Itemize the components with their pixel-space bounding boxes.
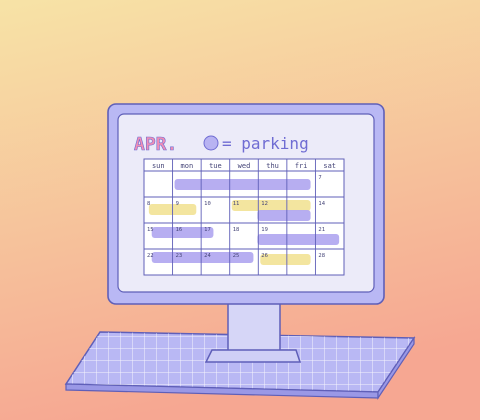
- date-number: 11: [233, 201, 240, 207]
- illustration: APR. = parking sun mon tue wed thu fri sat 7 8 9…: [0, 0, 480, 420]
- date-number: 12: [261, 201, 268, 207]
- date-number: 28: [318, 253, 325, 259]
- date-number: 9: [176, 201, 179, 207]
- date-number: 7: [318, 175, 321, 181]
- date-number: 24: [204, 253, 211, 259]
- date-number: 18: [233, 227, 240, 233]
- date-number: 14: [318, 201, 325, 207]
- parking-bar: [174, 179, 311, 190]
- date-number: 22: [147, 253, 154, 259]
- date-number: 26: [261, 253, 268, 259]
- day-header-sat: sat: [323, 162, 336, 170]
- parking-bar: [231, 200, 311, 211]
- date-number: 16: [176, 227, 183, 233]
- date-number: 10: [204, 201, 211, 207]
- date-number: 21: [318, 227, 325, 233]
- date-number: 8: [147, 201, 150, 207]
- day-header-tue: tue: [209, 162, 222, 170]
- date-number: 23: [176, 253, 183, 259]
- date-number: 19: [261, 227, 268, 233]
- month-label: APR.: [134, 134, 177, 155]
- legend-dot-icon: [203, 135, 219, 151]
- calendar-grid: sun mon tue wed thu fri sat 7 8 9 10 11 12 14 15 16 17 1…: [143, 158, 345, 276]
- day-header-fri: fri: [295, 162, 308, 170]
- day-header-wed: wed: [238, 162, 251, 170]
- day-header-mon: mon: [181, 162, 194, 170]
- date-number: 25: [233, 253, 240, 259]
- day-header-thu: thu: [266, 162, 279, 170]
- date-number: 15: [147, 227, 154, 233]
- day-header-sun: sun: [152, 162, 165, 170]
- legend-label: = parking: [222, 134, 309, 153]
- parking-bar: [257, 234, 340, 245]
- parking-bar: [257, 210, 311, 221]
- date-number: 17: [204, 227, 211, 233]
